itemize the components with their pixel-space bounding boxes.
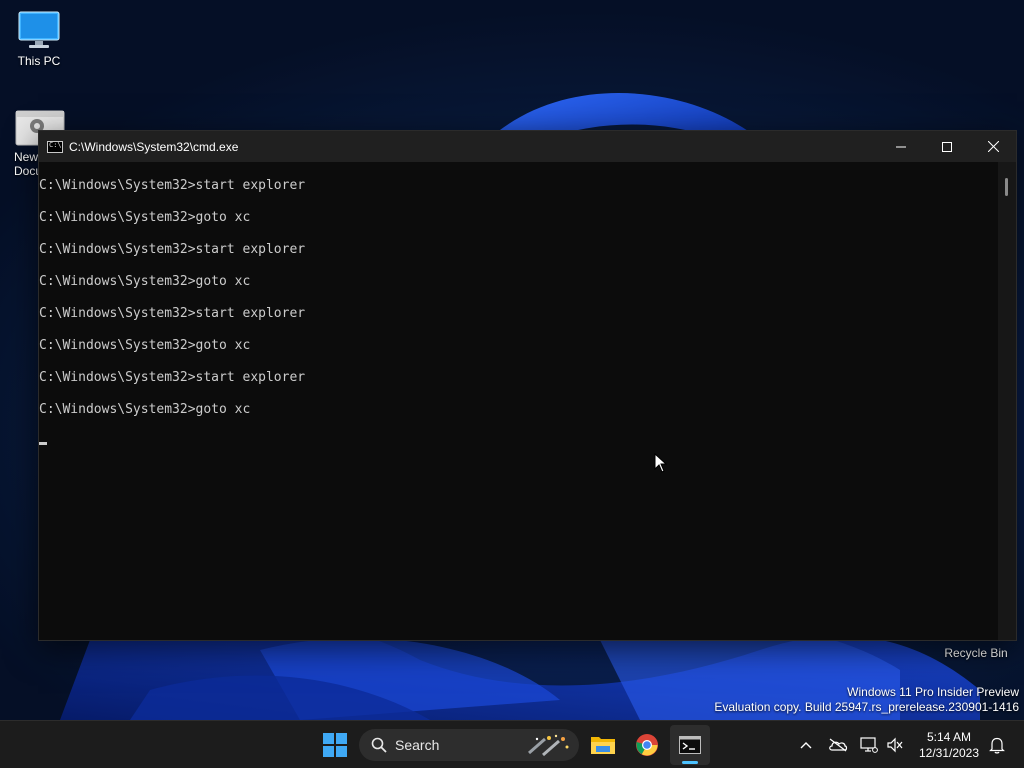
windows-logo-icon xyxy=(323,733,347,757)
close-icon xyxy=(987,141,999,152)
text-cursor xyxy=(39,442,47,445)
taskbar-terminal[interactable] xyxy=(670,725,710,765)
console-line: C:\Windows\System32>goto xc xyxy=(39,210,251,225)
watermark-line-2: Evaluation copy. Build 25947.rs_prerelea… xyxy=(714,700,1019,714)
search-highlight-fireworks-icon xyxy=(528,734,569,757)
taskbar-clock[interactable]: 5:14 AM 12/31/2023 xyxy=(912,729,986,761)
recycle-bin-label[interactable]: Recycle Bin xyxy=(940,646,1012,660)
show-hidden-icons-button[interactable] xyxy=(796,721,816,768)
mouse-pointer-icon xyxy=(654,453,668,473)
notification-center-button[interactable] xyxy=(986,721,1008,768)
window-titlebar[interactable]: C:\Windows\System32\cmd.exe xyxy=(39,131,1016,162)
console-line: C:\Windows\System32>goto xc xyxy=(39,274,251,289)
maximize-button[interactable] xyxy=(924,131,970,162)
cmd-app-icon xyxy=(47,140,63,153)
taskbar-file-explorer[interactable] xyxy=(588,721,618,768)
taskbar: Search 5:14 AM 12/31/2023 xyxy=(0,720,1024,768)
file-explorer-icon xyxy=(591,737,615,754)
console-output[interactable]: C:\Windows\System32>start explorer C:\Wi… xyxy=(39,162,998,640)
search-icon xyxy=(371,737,387,753)
desktop-icon-this-pc[interactable]: This PC xyxy=(3,10,75,68)
cmd-window[interactable]: C:\Windows\System32\cmd.exe C:\Windows\S… xyxy=(38,130,1017,641)
close-button[interactable] xyxy=(970,131,1016,162)
onedrive-offline-icon xyxy=(829,738,848,752)
network-tray[interactable] xyxy=(858,721,880,768)
window-title: C:\Windows\System32\cmd.exe xyxy=(69,139,239,154)
evaluation-watermark: Windows 11 Pro Insider Preview Evaluatio… xyxy=(714,685,1019,715)
clock-date: 12/31/2023 xyxy=(918,746,980,760)
minimize-icon xyxy=(896,146,906,147)
active-app-indicator xyxy=(682,761,698,764)
console-line: C:\Windows\System32>start explorer xyxy=(39,178,306,193)
volume-tray[interactable] xyxy=(884,721,906,768)
console-line: C:\Windows\System32>start explorer xyxy=(39,306,306,321)
minimize-button[interactable] xyxy=(878,131,924,162)
console-line: C:\Windows\System32>goto xc xyxy=(39,402,251,417)
taskbar-chrome[interactable] xyxy=(632,721,662,768)
monitor-icon xyxy=(18,11,60,48)
search-label: Search xyxy=(395,737,440,753)
volume-muted-icon xyxy=(887,737,903,753)
start-button[interactable] xyxy=(318,721,352,768)
network-icon xyxy=(860,737,878,753)
taskbar-search[interactable]: Search xyxy=(359,729,579,761)
terminal-icon xyxy=(679,736,701,754)
clock-time: 5:14 AM xyxy=(926,730,972,744)
notification-bell-icon xyxy=(989,737,1005,754)
vertical-scrollbar[interactable] xyxy=(998,162,1016,640)
chevron-up-icon xyxy=(800,742,812,749)
console-line: C:\Windows\System32>start explorer xyxy=(39,242,306,257)
desktop-icon-label: This PC xyxy=(17,54,61,68)
console-line: C:\Windows\System32>start explorer xyxy=(39,370,306,385)
scrollbar-thumb[interactable] xyxy=(1005,178,1008,196)
watermark-line-1: Windows 11 Pro Insider Preview xyxy=(847,685,1019,699)
chrome-icon xyxy=(636,734,658,756)
maximize-icon xyxy=(942,141,952,152)
console-line: C:\Windows\System32>goto xc xyxy=(39,338,251,353)
onedrive-tray[interactable] xyxy=(826,721,850,768)
